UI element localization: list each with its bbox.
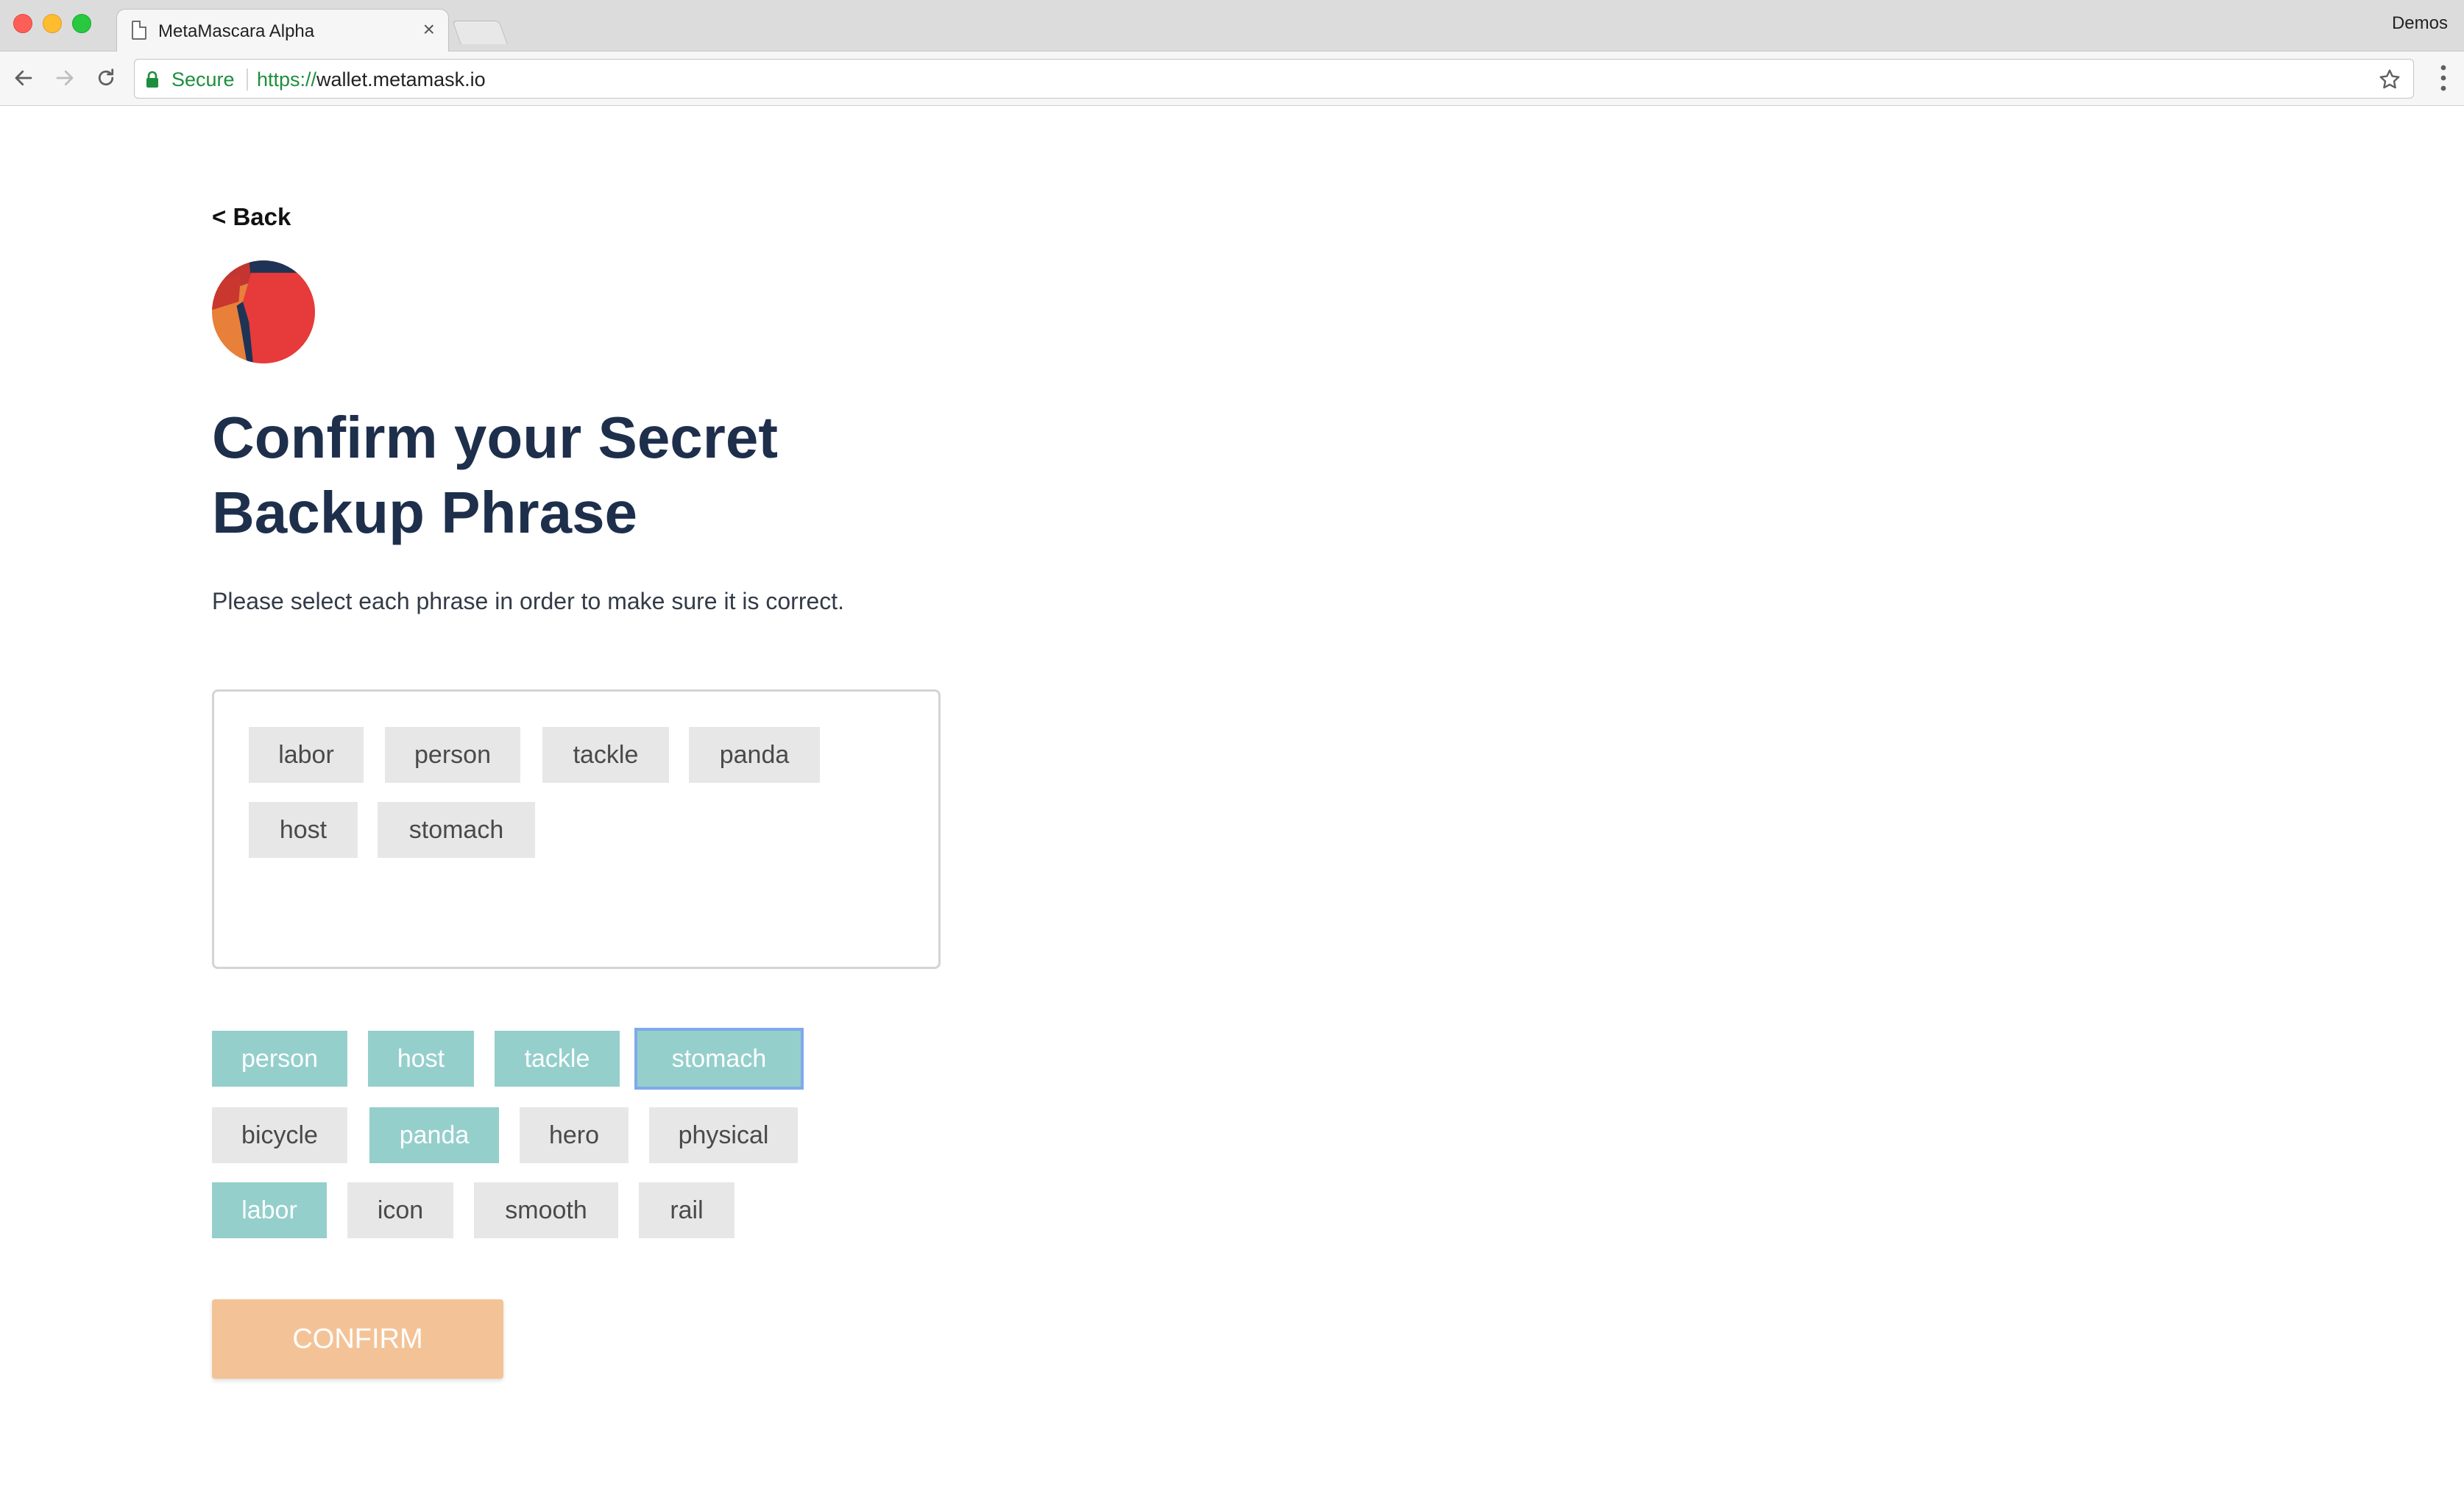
url-host: wallet.metamask.io <box>316 68 486 90</box>
word-choice-button[interactable]: rail <box>639 1182 734 1238</box>
address-bar[interactable]: Secure https://wallet.metamask.io <box>134 59 2414 99</box>
secure-label: Secure <box>171 68 235 90</box>
word-choice-button[interactable]: stomach <box>634 1028 804 1090</box>
confirm-button[interactable]: CONFIRM <box>212 1299 503 1379</box>
document-icon <box>132 21 146 40</box>
reload-icon <box>98 68 114 86</box>
page-title-line-2: Backup Phrase <box>212 480 638 545</box>
tab-title: MetaMascara Alpha <box>158 21 315 41</box>
word-choice-button[interactable]: physical <box>649 1107 798 1163</box>
word-choice-button[interactable]: icon <box>347 1182 453 1238</box>
selected-word[interactable]: stomach <box>378 802 535 858</box>
selected-phrase-box: labor person tackle panda host stomach <box>212 689 941 969</box>
word-choice-button[interactable]: host <box>368 1031 474 1087</box>
word-choice-button[interactable]: panda <box>369 1107 499 1163</box>
reload-button[interactable] <box>91 63 121 93</box>
tab-close-button[interactable]: × <box>423 18 435 40</box>
selected-word[interactable]: panda <box>689 727 820 783</box>
maximize-window-button[interactable] <box>72 14 91 33</box>
word-choice-button[interactable]: tackle <box>495 1031 620 1087</box>
browser-toolbar: Secure https://wallet.metamask.io <box>0 52 2464 106</box>
word-choice-button[interactable]: labor <box>212 1182 327 1238</box>
new-tab-button[interactable] <box>452 21 508 44</box>
address-divider <box>247 68 248 90</box>
account-identicon <box>212 260 315 363</box>
page-description: Please select each phrase in order to ma… <box>212 588 845 614</box>
url-text[interactable]: https://wallet.metamask.io <box>257 68 486 91</box>
arrow-left-icon <box>15 70 32 86</box>
browser-tab[interactable]: MetaMascara Alpha × <box>116 9 449 53</box>
kebab-menu-icon[interactable] <box>2440 65 2446 91</box>
word-choice-button[interactable]: hero <box>520 1107 629 1163</box>
close-window-button[interactable] <box>13 14 32 33</box>
minimize-window-button[interactable] <box>43 14 62 33</box>
selected-word[interactable]: person <box>385 727 520 783</box>
page-title: Confirm your Secret Backup Phrase <box>212 400 874 550</box>
star-icon[interactable] <box>2378 68 2401 91</box>
word-choice-button[interactable]: bicycle <box>212 1107 347 1163</box>
arrow-right-icon <box>56 70 74 86</box>
back-nav-button[interactable] <box>9 63 38 93</box>
page-title-line-1: Confirm your Secret <box>212 405 779 470</box>
selected-word[interactable]: tackle <box>542 727 669 783</box>
profile-name[interactable]: Demos <box>2392 13 2448 34</box>
selected-word[interactable]: host <box>249 802 358 858</box>
word-choice-button[interactable]: smooth <box>474 1182 618 1238</box>
browser-titlebar: MetaMascara Alpha × Demos <box>0 0 2464 53</box>
url-scheme: https:// <box>257 68 317 90</box>
back-link[interactable]: < Back <box>212 203 291 231</box>
selected-word[interactable]: labor <box>249 727 364 783</box>
word-choice-button[interactable]: person <box>212 1031 347 1087</box>
lock-icon <box>146 71 158 88</box>
forward-nav-button[interactable] <box>50 63 79 93</box>
